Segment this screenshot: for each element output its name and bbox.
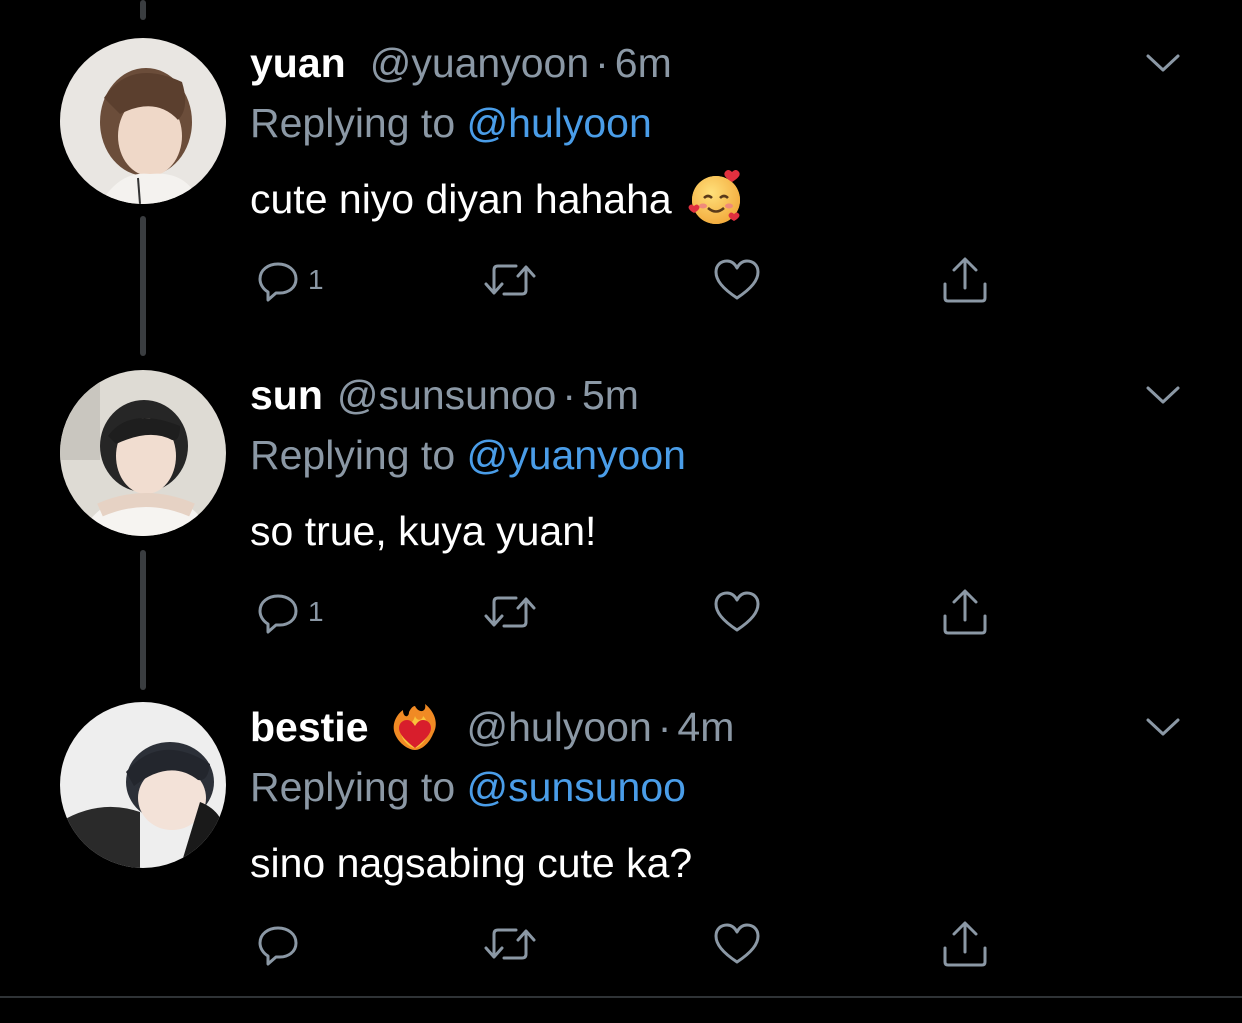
tweet-header: yuan @yuanyoon · 6m	[250, 38, 672, 88]
more-options-button[interactable]	[1140, 44, 1186, 80]
share-button[interactable]	[940, 916, 990, 972]
avatar-image	[60, 702, 226, 868]
avatar-image	[60, 38, 226, 204]
tweet[interactable]: bestie @hulyoon · 4m Replying to @sunsunoo…	[0, 664, 1242, 996]
user-handle[interactable]: @yuanyoon	[370, 40, 589, 86]
tweet-header: bestie @hulyoon · 4m	[250, 702, 734, 752]
retweet-icon	[484, 596, 536, 628]
retweet-button[interactable]	[482, 916, 538, 972]
reply-button[interactable]	[254, 916, 308, 972]
reply-icon	[258, 262, 298, 302]
chevron-down-icon	[1146, 718, 1180, 736]
share-icon	[943, 921, 987, 967]
timestamp[interactable]: 5m	[582, 372, 639, 418]
like-button[interactable]	[712, 584, 762, 640]
bottom-divider	[0, 996, 1242, 998]
tweet-text: cute niyo diyan hahaha	[250, 170, 746, 226]
share-icon	[943, 589, 987, 635]
tweet-header: sun @sunsunoo · 5m	[250, 370, 639, 420]
user-handle[interactable]: @hulyoon	[467, 704, 652, 750]
reply-button[interactable]: 1	[254, 584, 324, 640]
retweet-button[interactable]	[482, 584, 538, 640]
tweet-text: so true, kuya yuan!	[250, 504, 596, 558]
tweet-body: sino nagsabing cute ka?	[250, 840, 693, 886]
tweet[interactable]: sun @sunsunoo · 5m Replying to @yuanyoon so…	[0, 332, 1242, 664]
timestamp[interactable]: 4m	[677, 704, 734, 750]
more-options-button[interactable]	[1140, 376, 1186, 412]
avatar-image	[60, 370, 226, 536]
retweet-button[interactable]	[482, 252, 538, 308]
replying-to-label: Replying to	[250, 432, 456, 478]
like-button[interactable]	[712, 252, 762, 308]
retweet-icon	[484, 264, 536, 296]
replying-to-label: Replying to	[250, 764, 456, 810]
retweet-icon	[484, 928, 536, 960]
separator-dot: ·	[595, 40, 609, 86]
timestamp[interactable]: 6m	[615, 40, 672, 86]
reply-mention-link[interactable]: @hulyoon	[467, 100, 652, 146]
display-name[interactable]: sun	[250, 372, 323, 418]
avatar[interactable]	[60, 370, 226, 536]
tweet[interactable]: yuan @yuanyoon · 6m Replying to @hulyoon cu…	[0, 0, 1242, 332]
reply-count: 1	[308, 596, 324, 627]
share-button[interactable]	[940, 252, 990, 308]
reply-icon	[258, 926, 298, 966]
heart-icon	[714, 591, 760, 632]
reply-button[interactable]: 1	[254, 252, 324, 308]
tweet-body: cute niyo diyan hahaha	[250, 176, 672, 222]
tweet-body: so true, kuya yuan!	[250, 508, 597, 554]
replying-to: Replying to @sunsunoo	[250, 762, 686, 812]
more-options-button[interactable]	[1140, 708, 1186, 744]
heart-icon	[714, 923, 760, 964]
separator-dot: ·	[657, 704, 672, 750]
tweet-actions: 1	[0, 584, 1242, 640]
share-button[interactable]	[940, 584, 990, 640]
chevron-down-icon	[1146, 54, 1180, 72]
replying-to: Replying to @hulyoon	[250, 98, 652, 148]
reply-count: 1	[308, 264, 324, 295]
like-button[interactable]	[712, 916, 762, 972]
chevron-down-icon	[1146, 386, 1180, 404]
tweet-text: sino nagsabing cute ka?	[250, 836, 692, 890]
share-icon	[943, 257, 987, 303]
smiling-face-with-hearts-icon	[686, 168, 746, 228]
replying-to-label: Replying to	[250, 100, 456, 146]
avatar[interactable]	[60, 38, 226, 204]
replying-to: Replying to @yuanyoon	[250, 430, 686, 480]
heart-icon	[714, 259, 760, 300]
display-name[interactable]: bestie	[250, 704, 369, 750]
heart-on-fire-icon	[387, 702, 443, 752]
avatar[interactable]	[60, 702, 226, 868]
separator-dot: ·	[562, 372, 576, 418]
display-name[interactable]: yuan	[250, 40, 346, 86]
user-handle[interactable]: @sunsunoo	[337, 372, 556, 418]
tweet-actions: 1	[0, 252, 1242, 308]
reply-mention-link[interactable]: @yuanyoon	[467, 432, 686, 478]
reply-mention-link[interactable]: @sunsunoo	[467, 764, 686, 810]
tweet-actions	[0, 916, 1242, 972]
reply-icon	[258, 594, 298, 634]
